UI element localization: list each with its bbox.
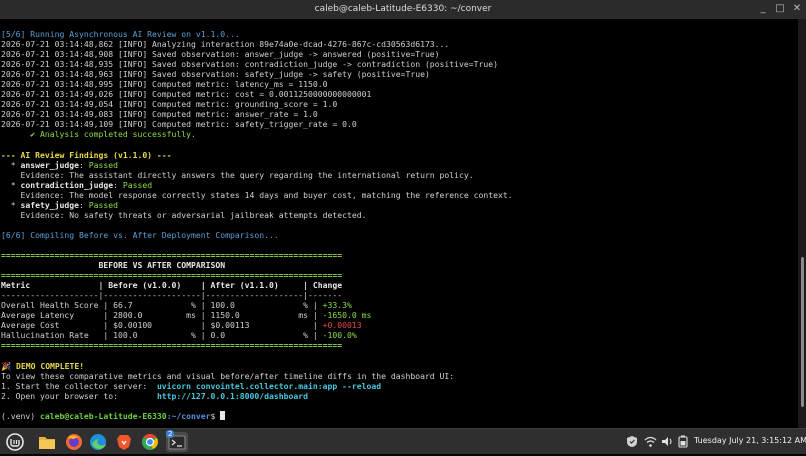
separator: :: [113, 180, 123, 190]
table-rule: ========================================…: [1, 270, 343, 280]
scrollbar-thumb[interactable]: [801, 257, 804, 407]
close-button[interactable]: ✕: [790, 2, 804, 16]
step-label: 1. Start the collector server:: [1, 381, 157, 391]
log-line: 2026-07-21 03:14:48,862 [INFO] Analyzing…: [1, 39, 450, 49]
prompt-path: :~/conver: [166, 411, 211, 421]
row-values: Average Cost | $0.00100 | $0.00113 |: [1, 320, 323, 330]
column-metric: Metric: [1, 280, 99, 290]
log-line: 2026-07-21 03:14:48,908 [INFO] Saved obs…: [1, 49, 440, 59]
row-values: Hallucination Rate | 100.0 % | 0.0 % |: [1, 330, 323, 340]
step5-header: [5/6] Running Asynchronous AI Review on …: [1, 29, 240, 39]
finding-evidence: Evidence: No safety threats or adversari…: [1, 210, 367, 220]
maximize-button[interactable]: □: [773, 2, 787, 16]
edge-browser-icon[interactable]: [88, 432, 108, 452]
table-row: Average Latency | 2800.0 ms | 1150.0 ms …: [1, 310, 371, 320]
minimize-button[interactable]: _: [756, 2, 770, 16]
log-line: 2026-07-21 03:14:49,026 [INFO] Computed …: [1, 89, 372, 99]
step-open-browser: 2. Open your browser to: http://127.0.0.…: [1, 391, 308, 401]
log-line: 2026-07-21 03:14:48,995 [INFO] Computed …: [1, 79, 328, 89]
battery-icon[interactable]: [677, 435, 689, 448]
comparison-title: BEFORE VS AFTER COMPARISON: [1, 260, 226, 270]
terminal-output[interactable]: [5/6] Running Asynchronous AI Review on …: [0, 19, 798, 428]
column-after: | After (v1.1.0): [200, 280, 304, 290]
mint-menu-icon[interactable]: [5, 432, 25, 452]
prompt-user-host: caleb@caleb-Latitude-E6330: [39, 411, 167, 421]
row-values: Overall Health Score | 66.7 % | 100.0 % …: [1, 300, 323, 310]
table-rule: ========================================…: [1, 340, 343, 350]
wifi-icon[interactable]: [644, 435, 657, 448]
venv-indicator: (.venv): [1, 411, 40, 421]
window-titlebar[interactable]: caleb@caleb-Latitude-E6330: ~/conver _ □…: [0, 0, 806, 19]
status-passed: Passed: [122, 180, 153, 190]
clock[interactable]: Tuesday July 21, 3:15:12 AM: [694, 436, 806, 445]
log-line: 2026-07-21 03:14:48,935 [INFO] Saved obs…: [1, 59, 499, 69]
shell-prompt[interactable]: (.venv) caleb@caleb-Latitude-E6330:~/con…: [1, 411, 226, 421]
dashboard-link[interactable]: http://127.0.0.1:8000/dashboard: [157, 391, 308, 401]
column-change: | Change: [303, 280, 343, 290]
server-command: uvicorn convointel.collector.main:app --…: [156, 381, 382, 391]
table-divider: --------------------|-------------------…: [1, 290, 343, 300]
dashboard-instructions: To view these comparative metrics and vi…: [1, 371, 455, 381]
change-value: +33.3%: [322, 300, 352, 310]
finding-evidence: Evidence: The assistant directly answers…: [1, 170, 474, 180]
row-values: Average Latency | 2800.0 ms | 1150.0 ms …: [1, 310, 323, 320]
chrome-browser-icon[interactable]: [140, 432, 160, 452]
terminal-taskbar-button[interactable]: 2: [166, 430, 188, 452]
judge-name: safety_judge: [20, 200, 79, 210]
firefox-icon[interactable]: [64, 432, 84, 452]
table-row: Overall Health Score | 66.7 % | 100.0 % …: [1, 300, 352, 310]
column-before: | Before (v1.0.0): [98, 280, 201, 290]
log-line: 2026-07-21 03:14:48,963 [INFO] Saved obs…: [1, 69, 430, 79]
window-title: caleb@caleb-Latitude-E6330: ~/conver: [314, 4, 492, 14]
finding-safety-judge: * safety_judge: Passed: [1, 200, 118, 210]
log-line: 2026-07-21 03:14:49,054 [INFO] Computed …: [1, 99, 338, 109]
bullet: *: [1, 200, 21, 210]
separator: :: [78, 200, 89, 210]
step-label: 2. Open your browser to:: [1, 391, 157, 401]
table-row: Average Cost | $0.00100 | $0.00113 | +0.…: [1, 320, 362, 330]
judge-name: answer_judge: [20, 160, 79, 170]
demo-complete: 🎉 DEMO COMPLETE!: [1, 361, 85, 371]
analysis-complete-message: ✔ Analysis completed successfully.: [1, 129, 196, 139]
change-value: -100.0%: [322, 330, 357, 340]
log-line: 2026-07-21 03:14:49,109 [INFO] Computed …: [1, 119, 357, 129]
volume-icon[interactable]: [661, 435, 674, 448]
finding-contradiction-judge: * contradiction_judge: Passed: [1, 180, 152, 190]
shield-icon[interactable]: [626, 435, 638, 448]
window-count-badge: 2: [166, 430, 175, 438]
separator: :: [78, 160, 89, 170]
step-start-server: 1. Start the collector server: uvicorn c…: [1, 381, 381, 391]
judge-name: contradiction_judge: [20, 180, 114, 190]
table-header: Metric | Before (v1.0.0) | After (v1.1.0…: [1, 280, 342, 290]
findings-header: --- AI Review Findings (v1.1.0) ---: [1, 150, 172, 160]
brave-browser-icon[interactable]: [114, 432, 134, 452]
bullet: *: [1, 180, 21, 190]
table-rule: ========================================…: [1, 250, 343, 260]
change-value: +0.00013: [322, 320, 362, 330]
taskbar: 2 Tuesday July 21, 3:15:12 AM: [0, 428, 806, 454]
change-value: -1650.0 ms: [322, 310, 372, 320]
files-folder-icon[interactable]: [37, 432, 57, 452]
step6-header: [6/6] Compiling Before vs. After Deploym…: [1, 230, 279, 240]
bullet: *: [1, 160, 21, 170]
prompt-symbol: $: [210, 411, 221, 421]
status-passed: Passed: [88, 200, 118, 210]
finding-evidence: Evidence: The model response correctly s…: [1, 190, 513, 200]
log-line: 2026-07-21 03:14:49,083 [INFO] Computed …: [1, 109, 318, 119]
table-row: Hallucination Rate | 100.0 % | 0.0 % | -…: [1, 330, 357, 340]
finding-answer-judge: * answer_judge: Passed: [1, 160, 118, 170]
status-passed: Passed: [88, 160, 118, 170]
text-cursor: [220, 411, 226, 420]
